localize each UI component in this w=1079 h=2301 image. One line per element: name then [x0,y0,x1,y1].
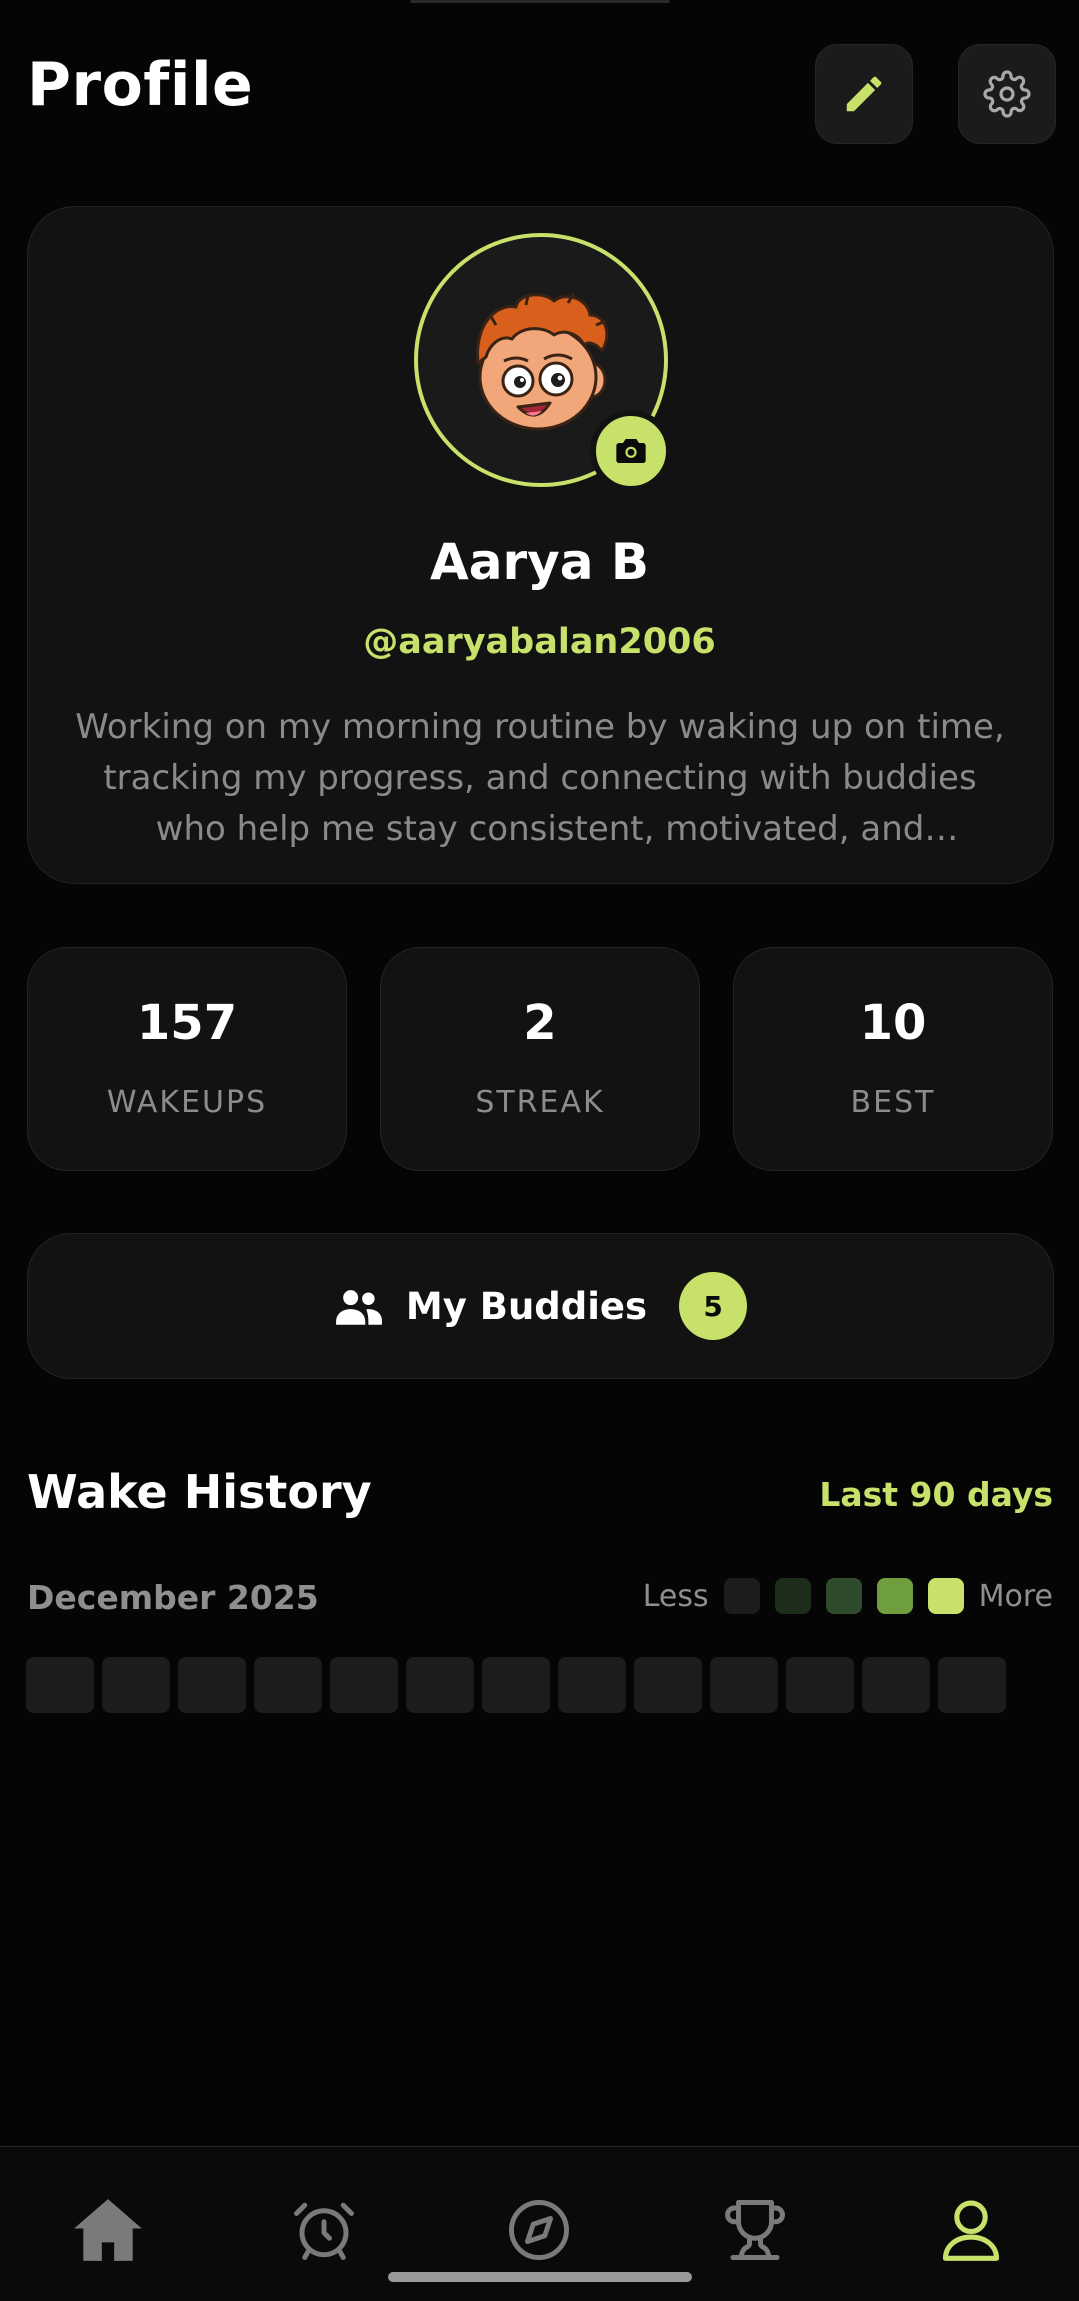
wake-heatmap [26,1657,1079,1713]
buddies-count-badge: 5 [679,1272,748,1340]
heatmap-cell [178,1657,246,1713]
pencil-icon [846,76,882,112]
stat-value: 157 [136,995,238,1051]
legend-less: Less [642,1578,709,1614]
stat-label: BEST [850,1085,936,1120]
heatmap-legend: Less More [643,1578,1053,1614]
heatmap-cell [26,1657,94,1713]
people-icon [336,1290,382,1325]
stat-card-wakeups: 157 WAKEUPS [27,947,347,1171]
legend-swatch-4 [927,1578,964,1614]
nav-alarm[interactable] [264,2185,384,2275]
heatmap-cell [938,1657,1006,1713]
user-icon [943,2200,1000,2261]
camera-icon [616,439,646,463]
heatmap-cell [102,1657,170,1713]
legend-swatch-3 [876,1578,913,1614]
heatmap-cell [482,1657,550,1713]
heatmap-cell [710,1657,778,1713]
buddies-label: My Buddies [405,1284,648,1328]
heatmap-cell [862,1657,930,1713]
legend-swatch-0 [723,1578,760,1614]
profile-bio: Working on my morning routine by waking … [75,707,1005,849]
stat-value: 2 [523,995,557,1051]
change-photo-button[interactable] [590,410,672,492]
nav-leaderboard[interactable] [695,2185,815,2275]
legend-more: More [978,1578,1053,1614]
profile-name: Aarya B [430,533,649,591]
nav-explore[interactable] [479,2185,599,2275]
trophy-icon [725,2200,786,2260]
wake-history-title: Wake History [27,1465,372,1519]
nav-profile[interactable] [911,2185,1031,2275]
nav-home[interactable] [48,2185,168,2275]
home-indicator [388,2272,692,2282]
heatmap-cell [330,1657,398,1713]
compass-icon [509,2200,570,2260]
alarm-clock-icon [293,2202,354,2260]
heatmap-cell [558,1657,626,1713]
settings-button[interactable] [958,44,1056,144]
heatmap-cell [254,1657,322,1713]
my-buddies-button[interactable]: My Buddies 5 [27,1233,1054,1379]
profile-handle: @aaryabalan2006 [363,622,716,662]
wake-history-range[interactable]: Last 90 days [819,1475,1053,1514]
heatmap-cell [406,1657,474,1713]
stat-label: WAKEUPS [106,1085,268,1120]
page-title: Profile [27,50,254,120]
heatmap-cell [634,1657,702,1713]
legend-swatch-1 [774,1578,811,1614]
month-label: December 2025 [27,1578,319,1617]
legend-swatch-2 [825,1578,862,1614]
stat-label: STREAK [475,1085,605,1120]
stat-card-streak: 2 STREAK [380,947,700,1171]
stat-value: 10 [859,995,927,1051]
stat-card-best: 10 BEST [733,947,1053,1171]
heatmap-cell [786,1657,854,1713]
status-notch [410,0,670,3]
cartoon-avatar [476,292,609,431]
edit-profile-button[interactable] [815,44,913,144]
home-icon [73,2199,142,2261]
gear-icon [983,70,1031,118]
